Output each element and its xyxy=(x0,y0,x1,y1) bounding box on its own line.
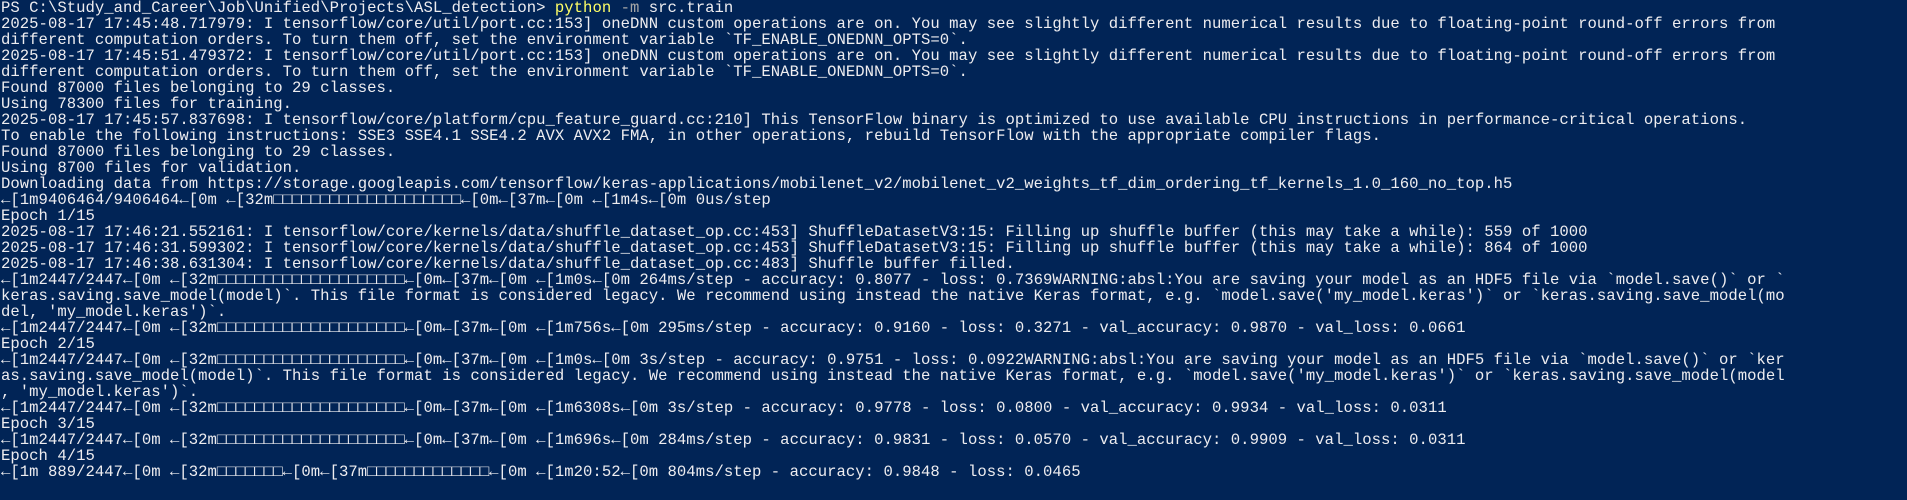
output-line: Found 87000 files belonging to 29 classe… xyxy=(1,80,396,96)
terminal-output: PS C:\Study_and_Career\Job\Unified\Proje… xyxy=(1,0,1907,480)
output-line: ←[1m2447/2447←[0m ←[32m□□□□□□□□□□□□□□□□□… xyxy=(1,432,1466,448)
output-line: Using 8700 files for validation. xyxy=(1,160,302,176)
output-line: , 'my_model.keras')`. xyxy=(1,384,199,400)
output-line: Epoch 3/15 xyxy=(1,416,95,432)
output-line: as.saving.save_model(model)`. This file … xyxy=(1,368,1785,384)
output-line: different computation orders. To turn th… xyxy=(1,64,968,80)
output-line: ←[1m9406464/9406464←[0m ←[32m□□□□□□□□□□□… xyxy=(1,192,771,208)
output-line: Epoch 1/15 xyxy=(1,208,95,224)
output-line: keras.saving.save_model(model)`. This fi… xyxy=(1,288,1785,304)
output-line: 2025-08-17 17:45:57.837698: I tensorflow… xyxy=(1,112,1748,128)
output-line: Downloading data from https://storage.go… xyxy=(1,176,1513,192)
output-line: Found 87000 files belonging to 29 classe… xyxy=(1,144,396,160)
output-line: 2025-08-17 17:45:51.479372: I tensorflow… xyxy=(1,48,1776,64)
prompt-line: PS C:\Study_and_Career\Job\Unified\Proje… xyxy=(1,0,1907,16)
output-line: Using 78300 files for training. xyxy=(1,96,293,112)
output-line: ←[1m2447/2447←[0m ←[32m□□□□□□□□□□□□□□□□□… xyxy=(1,400,1447,416)
command-name: python xyxy=(554,0,612,16)
prompt-path: PS C:\Study_and_Career\Job\Unified\Proje… xyxy=(1,0,555,16)
output-line: ←[1m2447/2447←[0m ←[32m□□□□□□□□□□□□□□□□□… xyxy=(1,320,1466,336)
output-line: 2025-08-17 17:45:48.717979: I tensorflow… xyxy=(1,16,1776,32)
output-line: ←[1m 889/2447←[0m ←[32m□□□□□□□←[0m←[37m□… xyxy=(1,464,1081,480)
command-argument: src.train xyxy=(639,0,734,16)
output-line: 2025-08-17 17:46:21.552161: I tensorflow… xyxy=(1,224,1588,240)
output-line: different computation orders. To turn th… xyxy=(1,32,968,48)
output-line: del, 'my_model.keras')`. xyxy=(1,304,227,320)
terminal-window[interactable]: PS C:\Study_and_Career\Job\Unified\Proje… xyxy=(0,0,1907,500)
output-line: 2025-08-17 17:46:31.599302: I tensorflow… xyxy=(1,240,1588,256)
output-line: 2025-08-17 17:46:38.631304: I tensorflow… xyxy=(1,256,1015,272)
output-line: To enable the following instructions: SS… xyxy=(1,128,1382,144)
output-line: ←[1m2447/2447←[0m ←[32m□□□□□□□□□□□□□□□□□… xyxy=(1,352,1785,368)
output-line: ←[1m2447/2447←[0m ←[32m□□□□□□□□□□□□□□□□□… xyxy=(1,272,1785,288)
output-line: Epoch 2/15 xyxy=(1,336,95,352)
command-flag: -m xyxy=(611,0,640,16)
output-line: Epoch 4/15 xyxy=(1,448,95,464)
